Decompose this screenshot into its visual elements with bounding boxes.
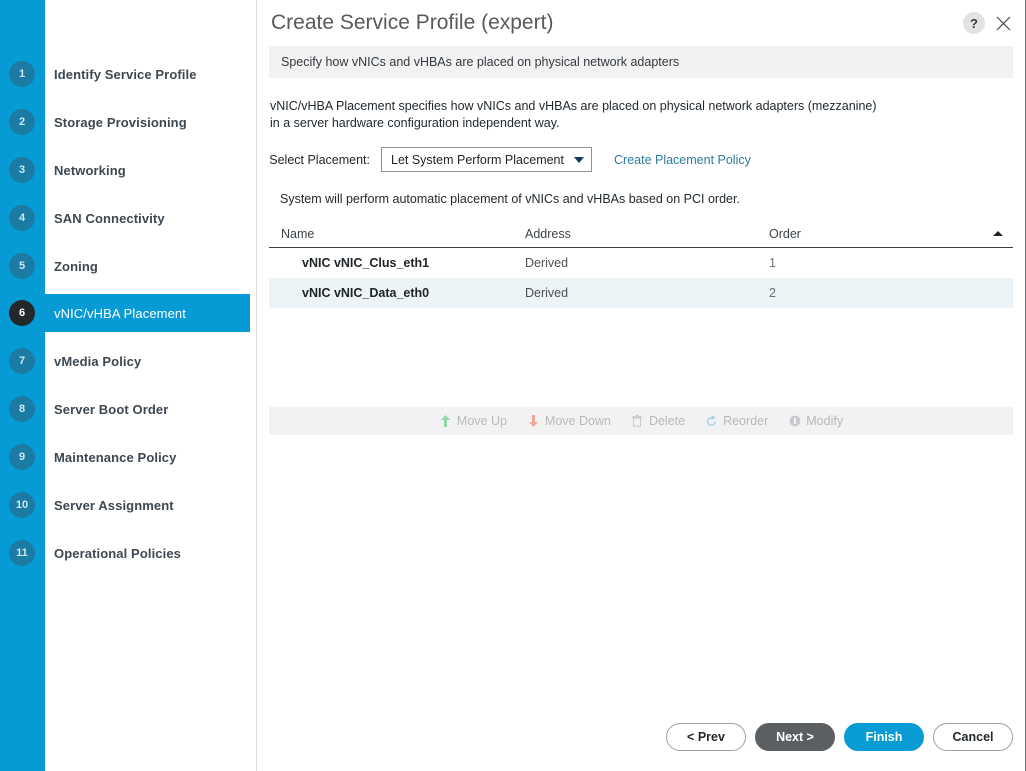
sidebar-item-vnic-vhba-placement[interactable]: 6 vNIC/vHBA Placement — [0, 294, 250, 332]
arrow-down-icon — [527, 415, 540, 428]
step-number-badge: 10 — [9, 492, 35, 518]
sidebar-item-label: vMedia Policy — [54, 353, 142, 369]
next-button[interactable]: Next > — [755, 723, 835, 751]
create-service-profile-dialog: 1 Identify Service Profile 2 Storage Provis… — [0, 0, 1026, 771]
column-header-address[interactable]: Address — [525, 227, 769, 241]
sidebar-item-label: Zoning — [54, 258, 98, 274]
placement-note: System will perform automatic placement … — [280, 192, 740, 206]
sidebar-item-networking[interactable]: 3 Networking — [0, 151, 250, 189]
toolbar-item-label: Delete — [648, 414, 686, 428]
placement-description: vNIC/vHBA Placement specifies how vNICs … — [270, 99, 877, 130]
sidebar-item-label: Server Assignment — [54, 497, 174, 513]
sidebar-item-maintenance-policy[interactable]: 9 Maintenance Policy — [0, 438, 250, 476]
dialog-panel: Create Service Profile (expert) ? Specif… — [257, 0, 1026, 771]
sidebar-item-server-boot-order[interactable]: 8 Server Boot Order — [0, 390, 250, 428]
cell-name: vNIC vNIC_Clus_eth1 — [302, 256, 430, 270]
step-number-badge: 5 — [9, 253, 35, 279]
dialog-titlebar: Create Service Profile (expert) ? — [257, 0, 1025, 46]
chevron-down-icon — [574, 156, 584, 163]
step-number-badge: 3 — [9, 157, 35, 183]
table-row[interactable]: vNIC vNIC_Data_eth0 Derived 2 — [269, 278, 1013, 308]
sidebar-item-operational-policies[interactable]: 11 Operational Policies — [0, 534, 250, 572]
cancel-button[interactable]: Cancel — [933, 723, 1013, 751]
wizard-sidebar: 1 Identify Service Profile 2 Storage Provis… — [0, 0, 257, 771]
placement-select-value: Let System Perform Placement — [391, 152, 564, 167]
step-number-badge: 9 — [9, 444, 35, 470]
sidebar-item-label: Networking — [54, 162, 126, 178]
sidebar-item-zoning[interactable]: 5 Zoning — [0, 247, 250, 285]
cell-order: 1 — [769, 256, 776, 270]
toolbar-move-up-button: Move Up — [439, 414, 507, 428]
prev-button[interactable]: < Prev — [666, 723, 746, 751]
table-body: vNIC vNIC_Clus_eth1 Derived 1 vNIC vNIC_Dat… — [269, 248, 1013, 308]
sidebar-item-vmedia-policy[interactable]: 7 vMedia Policy — [0, 342, 250, 380]
column-header-name[interactable]: Name — [281, 227, 525, 241]
table-action-toolbar: Move Up Move Down Delete Reorder Modify — [269, 407, 1013, 435]
sidebar-item-storage-provisioning[interactable]: 2 Storage Provisioning — [0, 103, 250, 141]
table-row[interactable]: vNIC vNIC_Clus_eth1 Derived 1 — [269, 248, 1013, 278]
sidebar-item-label: Operational Policies — [54, 545, 181, 561]
toolbar-item-label: Move Down — [544, 414, 611, 428]
dialog-body: vNIC/vHBA Placement specifies how vNICs … — [257, 78, 1025, 771]
sidebar-item-label: vNIC/vHBA Placement — [54, 305, 186, 321]
cell-order: 2 — [769, 286, 776, 300]
sidebar-item-server-assignment[interactable]: 10 Server Assignment — [0, 486, 250, 524]
step-number-badge: 8 — [9, 396, 35, 422]
reorder-icon — [705, 414, 718, 428]
page-title: Create Service Profile (expert) — [271, 11, 554, 34]
cell-address: Derived — [525, 256, 569, 270]
toolbar-item-label: Move Up — [456, 414, 507, 428]
placement-selector-row: Select Placement: Let System Perform Pla… — [269, 147, 1013, 172]
finish-button[interactable]: Finish — [844, 723, 924, 751]
sort-ascending-icon[interactable] — [993, 231, 1003, 236]
table-header-row: Name Address Order — [269, 220, 1013, 248]
cell-name: vNIC vNIC_Data_eth0 — [302, 286, 430, 300]
placement-label: Select Placement: — [269, 152, 370, 167]
help-icon[interactable]: ? — [963, 12, 985, 34]
step-number-badge: 6 — [9, 300, 35, 326]
dialog-subheader: Specify how vNICs and vHBAs are placed o… — [269, 46, 1013, 78]
sidebar-item-label: Identify Service Profile — [54, 66, 197, 82]
sidebar-item-label: Server Boot Order — [54, 401, 169, 417]
info-icon — [788, 415, 801, 428]
vnic-placement-table: Name Address Order vNIC vNIC_Clus_eth1 De… — [269, 220, 1013, 308]
sidebar-item-label: SAN Connectivity — [54, 210, 165, 226]
toolbar-delete-button: Delete — [631, 414, 685, 428]
toolbar-item-label: Reorder — [723, 414, 769, 428]
close-icon[interactable] — [991, 11, 1015, 35]
sidebar-item-san-connectivity[interactable]: 4 SAN Connectivity — [0, 199, 250, 237]
step-number-badge: 7 — [9, 348, 35, 374]
placement-select[interactable]: Let System Perform Placement — [381, 147, 592, 172]
step-number-badge: 11 — [9, 540, 35, 566]
titlebar-actions: ? — [963, 11, 1015, 35]
step-number-badge: 4 — [9, 205, 35, 231]
arrow-up-icon — [439, 415, 452, 428]
wizard-step-list: 1 Identify Service Profile 2 Storage Provis… — [0, 0, 256, 771]
toolbar-move-down-button: Move Down — [527, 414, 611, 428]
create-placement-policy-link[interactable]: Create Placement Policy — [614, 153, 751, 167]
step-number-badge: 2 — [9, 109, 35, 135]
toolbar-reorder-button: Reorder — [705, 414, 768, 428]
column-header-order[interactable]: Order — [769, 227, 993, 241]
trash-icon — [631, 415, 644, 428]
step-number-badge: 1 — [9, 61, 35, 87]
sidebar-item-label: Storage Provisioning — [54, 114, 187, 130]
toolbar-modify-button: Modify — [788, 414, 843, 428]
sidebar-item-identify-service-profile[interactable]: 1 Identify Service Profile — [0, 55, 250, 93]
cell-address: Derived — [525, 286, 569, 300]
toolbar-item-label: Modify — [806, 414, 844, 428]
dialog-footer: < Prev Next > Finish Cancel — [666, 723, 1013, 751]
sidebar-item-label: Maintenance Policy — [54, 449, 177, 465]
